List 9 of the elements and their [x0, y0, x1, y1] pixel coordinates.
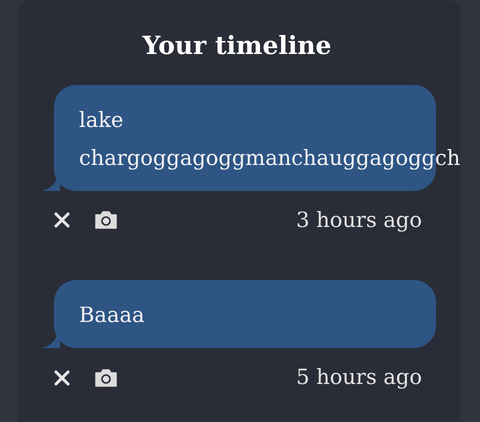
- timestamp: 5 hours ago: [296, 364, 422, 391]
- close-icon[interactable]: [54, 370, 70, 386]
- close-icon[interactable]: [54, 212, 70, 228]
- message-text: Baaaa: [79, 303, 145, 327]
- camera-icon[interactable]: [94, 368, 118, 388]
- timestamp: 3 hours ago: [296, 206, 422, 234]
- camera-icon[interactable]: [94, 210, 118, 230]
- timeline-title: Your timeline: [141, 30, 332, 62]
- message-text: lake chargoggagoggmanchauggagoggch: [79, 108, 460, 170]
